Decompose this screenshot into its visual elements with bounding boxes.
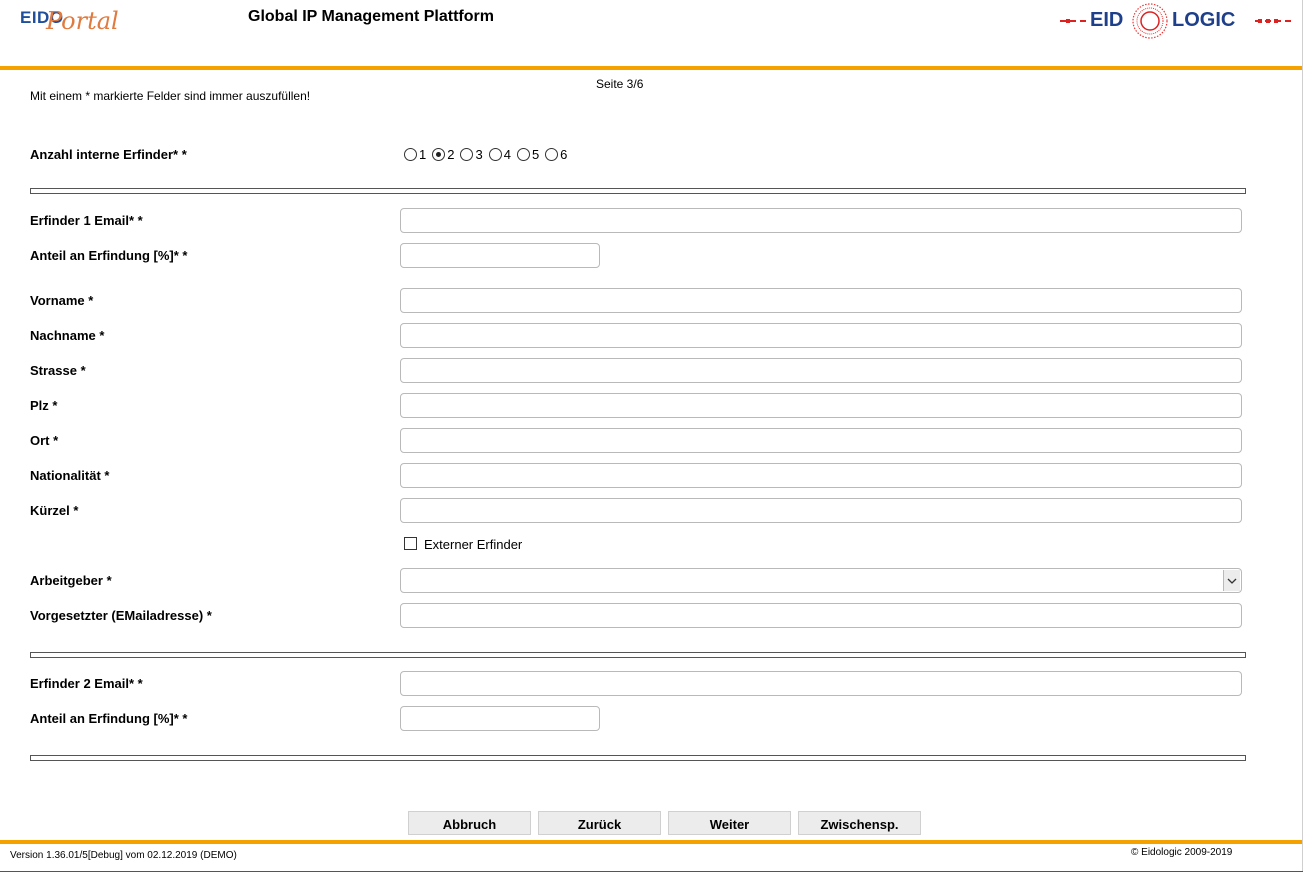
page-indicator: Seite 3/6 [596, 77, 644, 91]
window-border [1302, 0, 1303, 872]
zip-input[interactable] [400, 393, 1242, 418]
city-label: Ort * [30, 433, 59, 448]
save-draft-button[interactable]: Zwischensp. [798, 811, 921, 835]
radio-4[interactable] [488, 148, 502, 161]
copyright: © Eidologic 2009-2019 [1131, 847, 1233, 858]
nationality-input[interactable] [400, 463, 1242, 488]
inventor-count-option-6[interactable]: 6 [545, 147, 567, 162]
short-input[interactable] [400, 498, 1242, 523]
chevron-down-icon-svg [1227, 578, 1237, 584]
inventor2-share-label: Anteil an Erfindung [%]* * [30, 711, 188, 726]
external-inventor-checkbox[interactable] [404, 537, 417, 550]
header-divider [0, 66, 1302, 70]
inventor-count-option-1[interactable]: 1 [404, 147, 426, 162]
supervisor-input[interactable] [400, 603, 1242, 628]
footer-divider [0, 840, 1302, 844]
cancel-button[interactable]: Abbruch [408, 811, 531, 835]
employer-select[interactable] [400, 568, 1242, 593]
eidologic-logo: EID LOGIC [1060, 2, 1292, 40]
inventor2-share-input[interactable] [400, 706, 600, 731]
radio-1[interactable] [404, 148, 417, 161]
version-info: Version 1.36.01/5[Debug] vom 02.12.2019 … [10, 850, 237, 861]
lastname-input[interactable] [400, 323, 1242, 348]
inventor-count-radio-group: 1 2 3 4 5 6 [404, 147, 573, 162]
employer-label: Arbeitgeber * [30, 573, 112, 588]
supervisor-label: Vorgesetzter (EMailadresse) * [30, 608, 212, 623]
radio-2-checked[interactable] [432, 148, 446, 161]
inventor-count-option-4[interactable]: 4 [488, 147, 511, 162]
nationality-label: Nationalität * [30, 468, 110, 483]
external-inventor-label: Externer Erfinder [424, 537, 523, 552]
inventor-count-option-3[interactable]: 3 [460, 147, 483, 162]
lastname-label: Nachname * [30, 328, 105, 343]
section-separator [30, 652, 1246, 658]
inventor1-email-label: Erfinder 1 Email* * [30, 213, 143, 228]
firstname-label: Vorname * [30, 293, 94, 308]
radio-5[interactable] [516, 148, 530, 161]
inventor-count-option-5[interactable]: 5 [516, 147, 539, 162]
inventor1-share-label: Anteil an Erfindung [%]* * [30, 248, 188, 263]
back-button[interactable]: Zurück [538, 811, 661, 835]
required-note: Mit einem * markierte Felder sind immer … [30, 89, 311, 103]
radio-6[interactable] [545, 148, 559, 161]
section-separator [30, 188, 1246, 194]
inventor-count-option-2[interactable]: 2 [432, 147, 454, 162]
logo-portal: Portal [46, 7, 119, 35]
page-title: Global IP Management Plattform [248, 8, 494, 25]
brand-text-left: EID [1090, 9, 1124, 31]
chevron-down-icon[interactable] [1223, 570, 1240, 591]
inventor2-email-input[interactable] [400, 671, 1242, 696]
radio-3[interactable] [460, 148, 474, 161]
inventor1-email-input[interactable] [400, 208, 1242, 233]
inventor2-email-label: Erfinder 2 Email* * [30, 676, 143, 691]
street-label: Strasse * [30, 363, 86, 378]
firstname-input[interactable] [400, 288, 1242, 313]
zip-label: Plz * [30, 398, 58, 413]
next-button[interactable]: Weiter [668, 811, 791, 835]
inventor-count-label: Anzahl interne Erfinder* * [30, 147, 187, 162]
section-separator [30, 755, 1246, 761]
city-input[interactable] [400, 428, 1242, 453]
street-input[interactable] [400, 358, 1242, 383]
inventor1-share-input[interactable] [400, 243, 600, 268]
brand-text-right: LOGIC [1172, 9, 1236, 31]
short-label: Kürzel * [30, 503, 79, 518]
